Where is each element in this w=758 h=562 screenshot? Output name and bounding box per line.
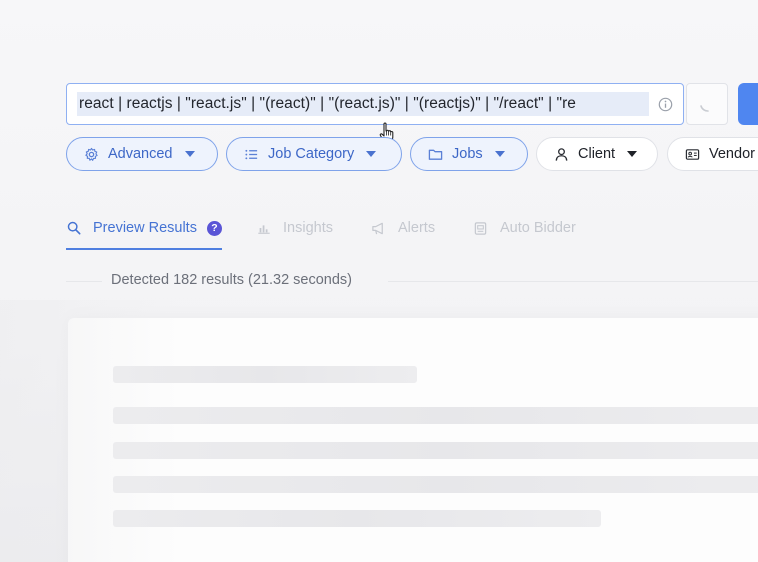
- help-badge[interactable]: ?: [206, 220, 222, 236]
- results-count-text: Detected 182 results (21.32 seconds): [111, 272, 352, 288]
- caret-down-icon: [366, 151, 377, 157]
- id-card-icon: [684, 146, 700, 162]
- skeleton-line: [113, 407, 758, 424]
- divider: [66, 281, 102, 282]
- app-viewport: react | reactjs | "react.js" | "(react)"…: [0, 0, 758, 562]
- divider: [388, 281, 758, 282]
- tab-preview-results[interactable]: Preview Results ?: [66, 217, 222, 239]
- search-icon: [66, 221, 81, 236]
- filter-vendor-label: Vendor: [709, 146, 755, 162]
- bar-chart-icon: [256, 221, 271, 236]
- search-submit-button[interactable]: [738, 83, 758, 125]
- caret-down-icon: [627, 151, 638, 157]
- tab-insights[interactable]: Insights: [256, 217, 333, 239]
- results-card-skeleton: [68, 318, 758, 562]
- tab-preview-results-label: Preview Results: [93, 220, 197, 236]
- filter-advanced-label: Advanced: [108, 146, 173, 162]
- tab-alerts-label: Alerts: [398, 220, 436, 236]
- results-status-row: Detected 182 results (21.32 seconds): [66, 271, 758, 291]
- skeleton-line: [113, 442, 758, 459]
- caret-down-icon: [494, 151, 505, 157]
- active-tab-indicator: [66, 248, 222, 250]
- filter-client-button[interactable]: Client: [536, 137, 658, 171]
- list-icon: [243, 146, 259, 162]
- gear-icon: [83, 146, 99, 162]
- tab-auto-bidder[interactable]: Auto Bidder: [473, 217, 576, 239]
- skeleton-line: [113, 476, 758, 493]
- skeleton-line: [113, 510, 601, 527]
- folder-icon: [427, 146, 443, 162]
- tab-insights-label: Insights: [283, 220, 333, 236]
- user-icon: [553, 146, 569, 162]
- filter-vendor-button[interactable]: Vendor: [667, 137, 758, 171]
- caret-down-icon: [184, 151, 195, 157]
- filter-job-category-label: Job Category: [268, 146, 355, 162]
- search-query-text[interactable]: react | reactjs | "react.js" | "(react)"…: [77, 92, 649, 116]
- search-query-input[interactable]: react | reactjs | "react.js" | "(react)"…: [66, 83, 684, 125]
- tab-alerts[interactable]: Alerts: [371, 217, 435, 239]
- megaphone-icon: [371, 221, 386, 236]
- tab-auto-bidder-label: Auto Bidder: [500, 220, 576, 236]
- spinner-icon: [700, 105, 709, 112]
- filter-job-category-button[interactable]: Job Category: [226, 137, 402, 171]
- filter-advanced-button[interactable]: Advanced: [66, 137, 218, 171]
- info-icon[interactable]: [655, 94, 675, 114]
- loading-spinner: [686, 83, 728, 125]
- filter-client-label: Client: [578, 146, 616, 162]
- filter-jobs-label: Jobs: [452, 146, 483, 162]
- skeleton-line: [113, 366, 417, 383]
- filter-jobs-button[interactable]: Jobs: [410, 137, 528, 171]
- robot-icon: [473, 221, 488, 236]
